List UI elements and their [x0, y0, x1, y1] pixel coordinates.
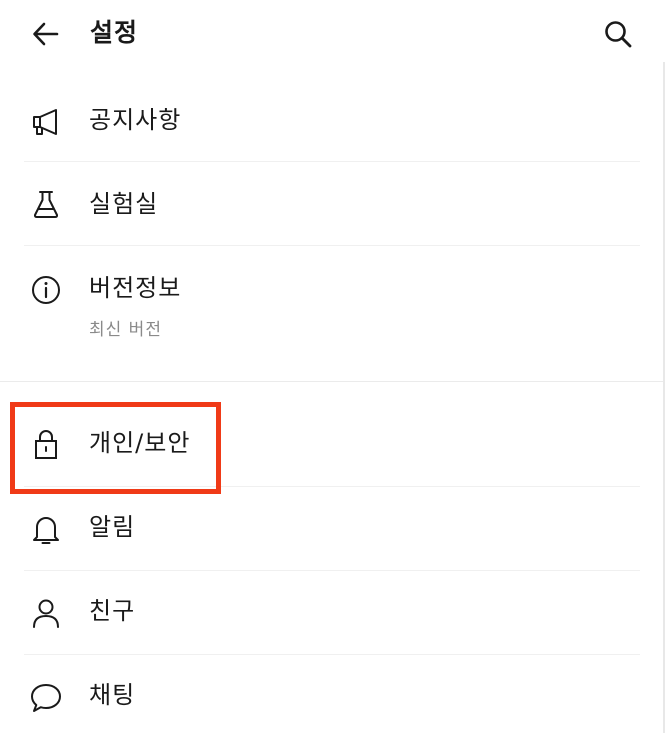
- lock-icon: [26, 424, 66, 464]
- settings-item-version-info[interactable]: 버전정보 최신 버전: [0, 246, 665, 380]
- settings-item-friends[interactable]: 친구: [0, 571, 665, 654]
- settings-item-privacy-security[interactable]: 개인/보안: [0, 402, 665, 486]
- info-icon: [26, 270, 66, 310]
- search-icon: [605, 21, 632, 48]
- settings-item-label: 알림: [89, 513, 136, 541]
- settings-item-chat[interactable]: 채팅: [0, 655, 665, 733]
- settings-item-label: 공지사항: [89, 106, 182, 134]
- settings-item-label: 실험실: [89, 190, 159, 218]
- settings-item-label: 친구: [89, 597, 136, 625]
- settings-item-label: 개인/보안: [89, 429, 191, 457]
- settings-item-notifications[interactable]: 알림: [0, 487, 665, 570]
- settings-item-notices[interactable]: 공지사항: [0, 80, 665, 160]
- settings-item-sublabel: 최신 버전: [89, 320, 162, 340]
- chat-bubble-icon: [26, 677, 66, 717]
- app-header: 설정: [0, 0, 665, 68]
- person-icon: [26, 593, 66, 633]
- section-divider: [0, 381, 665, 382]
- megaphone-icon: [26, 102, 66, 142]
- flask-icon: [26, 184, 66, 224]
- settings-item-label: 버전정보: [89, 274, 182, 302]
- settings-item-lab[interactable]: 실험실: [0, 162, 665, 245]
- page-title: 설정: [90, 18, 139, 47]
- arrow-left-icon: [33, 22, 59, 46]
- search-button[interactable]: [598, 14, 638, 54]
- back-button[interactable]: [26, 14, 66, 54]
- bell-icon: [26, 509, 66, 549]
- settings-item-label: 채팅: [89, 681, 136, 709]
